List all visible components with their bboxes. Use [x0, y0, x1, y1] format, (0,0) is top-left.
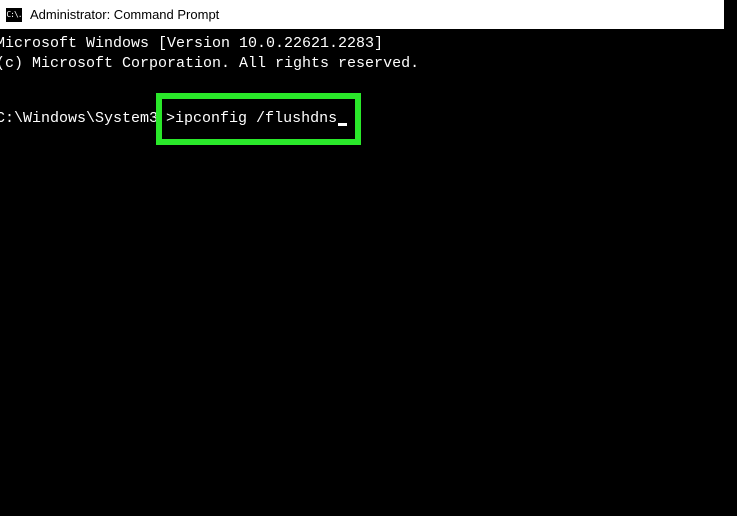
- window-titlebar[interactable]: C:\. Administrator: Command Prompt: [0, 0, 724, 30]
- terminal-output-line: Microsoft Windows [Version 10.0.22621.22…: [0, 34, 737, 54]
- terminal-area[interactable]: Microsoft Windows [Version 10.0.22621.22…: [0, 30, 737, 145]
- prompt-path: C:\Windows\System3: [0, 109, 158, 129]
- window-title: Administrator: Command Prompt: [30, 7, 219, 22]
- terminal-output-line: (c) Microsoft Corporation. All rights re…: [0, 54, 737, 74]
- cursor-icon: [338, 123, 347, 126]
- cmd-icon: C:\.: [6, 8, 22, 22]
- titlebar-right-edge: [724, 0, 737, 30]
- prompt-char: >: [166, 109, 175, 129]
- command-input[interactable]: ipconfig /flushdns: [175, 109, 337, 129]
- terminal-prompt-row: C:\Windows\System3 > ipconfig /flushdns: [0, 93, 737, 145]
- command-highlight-box: > ipconfig /flushdns: [156, 93, 361, 145]
